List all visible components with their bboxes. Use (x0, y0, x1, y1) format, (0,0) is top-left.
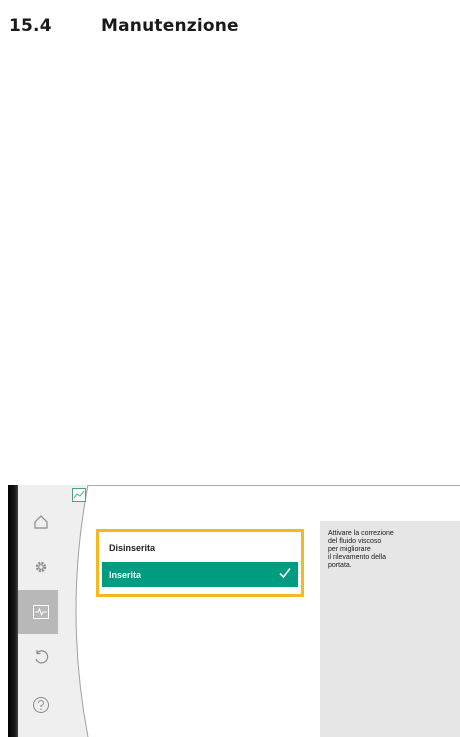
gear-icon (35, 561, 47, 573)
undo-icon (35, 650, 49, 664)
sidebar (8, 485, 64, 737)
check-icon (279, 568, 291, 579)
help-panel: Attivare la correzione del fluido viscos… (320, 521, 460, 737)
section-heading: 15.4 Manutenzione (9, 16, 239, 36)
sidebar-curve (58, 485, 89, 737)
section-title: Manutenzione (101, 16, 239, 36)
section-number: 15.4 (9, 16, 52, 36)
help-icon (33, 697, 49, 713)
option-inserita-label: Inserita (109, 569, 142, 580)
device-bezel (8, 485, 18, 737)
home-icon (34, 515, 48, 529)
screen-top-border (88, 485, 460, 486)
diagnostics-icon (33, 605, 49, 619)
chart-icon (72, 488, 86, 502)
help-text: Attivare la correzione del fluido viscos… (328, 530, 394, 569)
option-inserita[interactable]: Inserita (102, 562, 298, 587)
option-disinserita-label: Disinserita (109, 542, 156, 553)
device-screen: Disinserita Inserita Attivare la correzi… (8, 485, 460, 737)
option-disinserita[interactable]: Disinserita (102, 535, 298, 560)
option-selector: Disinserita Inserita (96, 529, 304, 597)
